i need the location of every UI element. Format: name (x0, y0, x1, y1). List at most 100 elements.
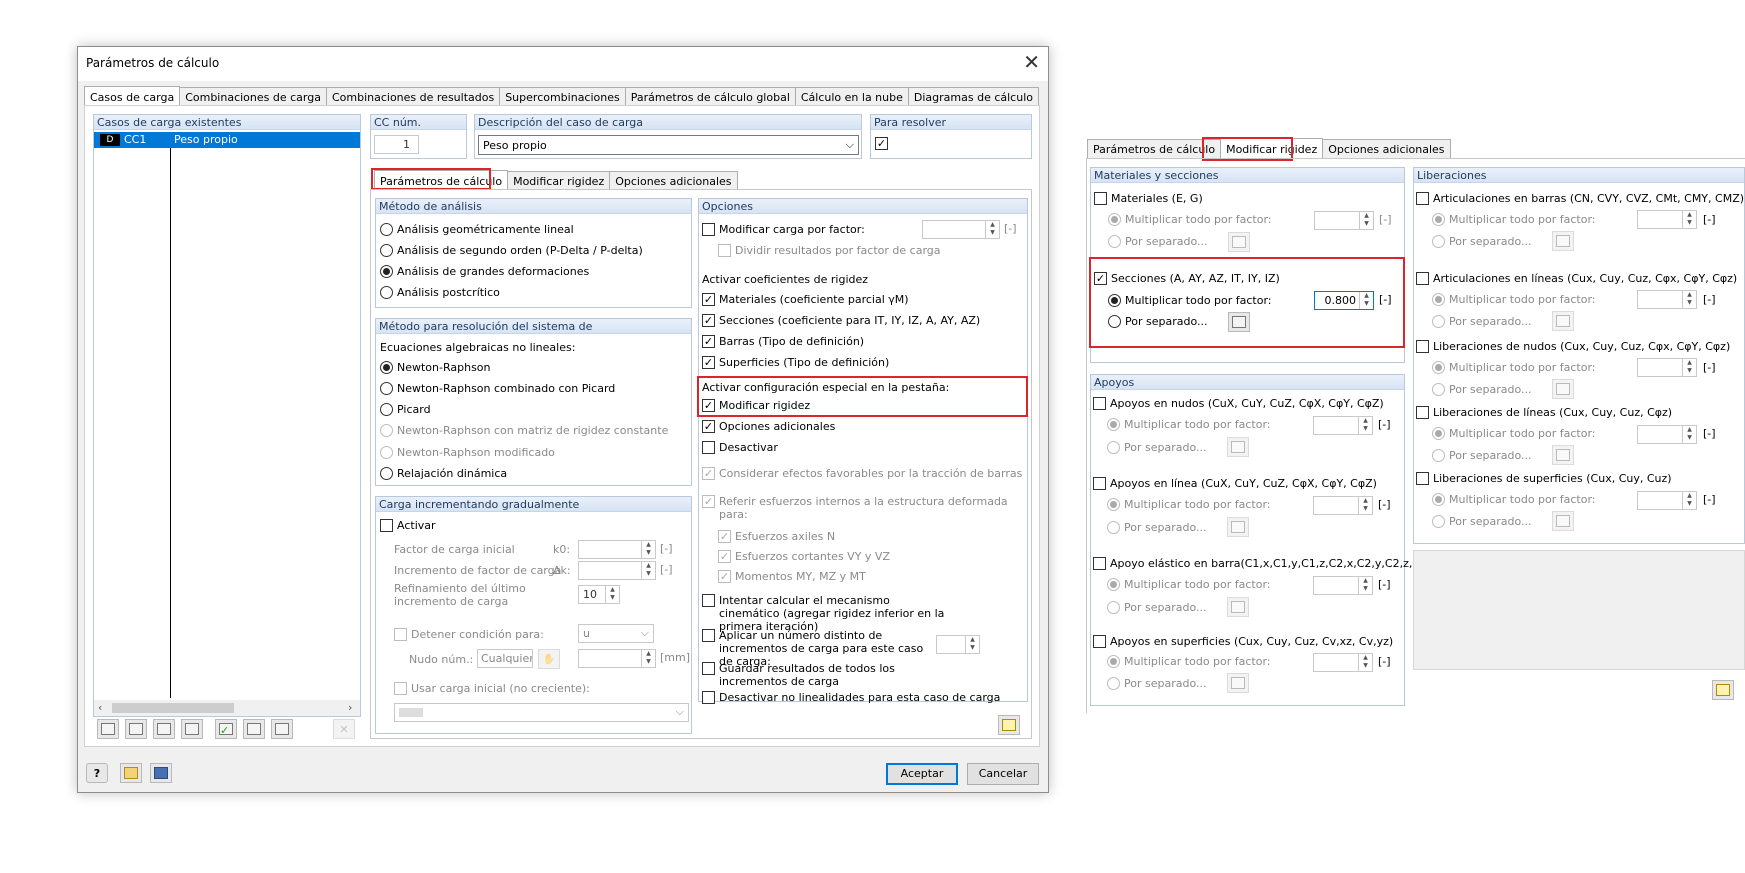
mult-input[interactable]: ▲ ▼ (1313, 576, 1373, 595)
radio-mult[interactable] (1432, 427, 1445, 440)
radio-lineal[interactable] (380, 223, 393, 236)
delete-icon[interactable]: ✕ (333, 719, 355, 739)
renumber-icon[interactable] (181, 719, 203, 739)
liberaciones-superficies-checkbox[interactable] (1416, 472, 1429, 485)
radio-sep[interactable] (1432, 383, 1445, 396)
radio-mult[interactable] (1108, 213, 1121, 226)
radio-sep[interactable] (1432, 515, 1445, 528)
radio-mult[interactable] (1107, 418, 1120, 431)
nudo-input[interactable]: ▲ ▼ (578, 649, 656, 668)
radio-mult[interactable] (1432, 493, 1445, 506)
tab-combinaciones-carga[interactable]: Combinaciones de carga (179, 87, 327, 107)
detener-select[interactable]: u ⌵ (578, 624, 654, 643)
edit-table-icon[interactable] (1552, 511, 1574, 531)
radio-sep[interactable] (1432, 315, 1445, 328)
secciones-checkbox[interactable]: ✓ (702, 314, 715, 327)
check-all-icon[interactable]: ✓ (215, 719, 237, 739)
opciones-adicionales-checkbox[interactable]: ✓ (702, 420, 715, 433)
radio-newton-constante[interactable] (380, 424, 393, 437)
settings-list-icon[interactable] (998, 715, 1020, 735)
close-icon[interactable]: ✕ (1023, 50, 1040, 74)
right-tab-opciones[interactable]: Opciones adicionales (1322, 139, 1451, 159)
tab-opciones-adicionales[interactable]: Opciones adicionales (609, 171, 738, 191)
nudo-select[interactable]: Cualquier (477, 649, 533, 668)
edit-table-icon[interactable] (1227, 437, 1249, 457)
materiales-eg-checkbox[interactable] (1094, 192, 1107, 205)
refinamiento-input[interactable]: 10 ▲ ▼ (578, 585, 620, 604)
uncheck-icon[interactable] (243, 719, 265, 739)
desactivar-nl-checkbox[interactable] (702, 691, 715, 704)
tab-casos-de-carga[interactable]: Casos de carga (84, 86, 181, 107)
copy-case-icon[interactable] (125, 719, 147, 739)
efectos-checkbox[interactable]: ✓ (702, 467, 715, 480)
factor-inicial-input[interactable]: ▲ ▼ (578, 540, 656, 559)
radio-newton-modificado[interactable] (380, 446, 393, 459)
radio-mult[interactable] (1432, 361, 1445, 374)
scroll-right-icon[interactable]: › (348, 701, 352, 714)
aplicar-checkbox[interactable] (702, 629, 715, 642)
apoyos-linea-checkbox[interactable] (1093, 477, 1106, 490)
dividir-checkbox[interactable] (718, 244, 731, 257)
radio-mult[interactable] (1107, 655, 1120, 668)
edit-table-icon[interactable] (1228, 232, 1250, 252)
desactivar-checkbox[interactable] (702, 441, 715, 454)
cortantes-checkbox[interactable]: ✓ (718, 550, 731, 563)
aplicar-input[interactable]: ▲ ▼ (936, 635, 980, 654)
materiales-checkbox[interactable]: ✓ (702, 293, 715, 306)
new-case-icon[interactable] (97, 719, 119, 739)
incremento-input[interactable]: ▲ ▼ (578, 561, 656, 580)
mult-input[interactable]: ▲ ▼ (1637, 491, 1697, 510)
edit-table-icon[interactable] (1552, 445, 1574, 465)
apoyos-superficies-checkbox[interactable] (1093, 635, 1106, 648)
swap-icon[interactable] (271, 719, 293, 739)
aceptar-button[interactable]: Aceptar (886, 763, 958, 785)
radio-sep[interactable] (1107, 521, 1120, 534)
radio-newton[interactable] (380, 361, 393, 374)
tab-modificar-rigidez[interactable]: Modificar rigidez (507, 171, 611, 191)
scroll-thumb[interactable] (112, 703, 234, 713)
radio-mult[interactable] (1432, 213, 1445, 226)
detener-checkbox[interactable] (394, 628, 407, 641)
mult-input[interactable]: ▲ ▼ (1637, 425, 1697, 444)
open-folder-icon[interactable] (120, 763, 142, 783)
intentar-checkbox[interactable] (702, 594, 715, 607)
liberaciones-lineas-checkbox[interactable] (1416, 406, 1429, 419)
edit-table-icon[interactable] (1227, 517, 1249, 537)
edit-table-icon[interactable] (1227, 673, 1249, 693)
barras-checkbox[interactable]: ✓ (702, 335, 715, 348)
axiles-checkbox[interactable]: ✓ (718, 530, 731, 543)
radio-sep[interactable] (1107, 441, 1120, 454)
mult-input[interactable]: ▲ ▼ (1637, 210, 1697, 229)
radio-sep[interactable] (1107, 677, 1120, 690)
mult-input[interactable]: ▲ ▼ (1314, 211, 1374, 230)
modificar-carga-checkbox[interactable] (702, 223, 715, 236)
edit-table-icon[interactable] (1552, 311, 1574, 331)
radio-sep[interactable] (1432, 449, 1445, 462)
apoyo-barra-checkbox[interactable] (1093, 557, 1106, 570)
pick-node-icon[interactable]: ✋ (538, 649, 560, 669)
articulaciones-barras-checkbox[interactable] (1416, 192, 1429, 205)
mult-input[interactable]: ▲ ▼ (1313, 653, 1373, 672)
h-scrollbar[interactable]: ‹ › (94, 700, 360, 716)
usar-select[interactable]: ⌵ (394, 703, 689, 722)
tab-supercombinaciones[interactable]: Supercombinaciones (499, 87, 626, 107)
edit-table-icon[interactable] (1552, 379, 1574, 399)
cancelar-button[interactable]: Cancelar (967, 763, 1039, 785)
radio-picard[interactable] (380, 403, 393, 416)
mult-input[interactable]: ▲ ▼ (1313, 416, 1373, 435)
modificar-carga-input[interactable]: ▲ ▼ (922, 220, 1000, 239)
save-icon[interactable] (150, 763, 172, 783)
radio-sep[interactable] (1432, 235, 1445, 248)
resolve-checkbox[interactable]: ✓ (875, 137, 888, 150)
export-icon[interactable] (153, 719, 175, 739)
radio-grandes-deformaciones[interactable] (380, 265, 393, 278)
tab-diagramas[interactable]: Diagramas de cálculo (907, 87, 1039, 107)
radio-relajacion[interactable] (380, 467, 393, 480)
radio-mult[interactable] (1107, 578, 1120, 591)
superficies-checkbox[interactable]: ✓ (702, 356, 715, 369)
activar-checkbox[interactable] (380, 519, 393, 532)
liberaciones-nudos-checkbox[interactable] (1416, 340, 1429, 353)
edit-table-icon[interactable] (1227, 597, 1249, 617)
right-tab-parametros[interactable]: Parámetros de cálculo (1087, 139, 1222, 159)
guardar-checkbox[interactable] (702, 662, 715, 675)
